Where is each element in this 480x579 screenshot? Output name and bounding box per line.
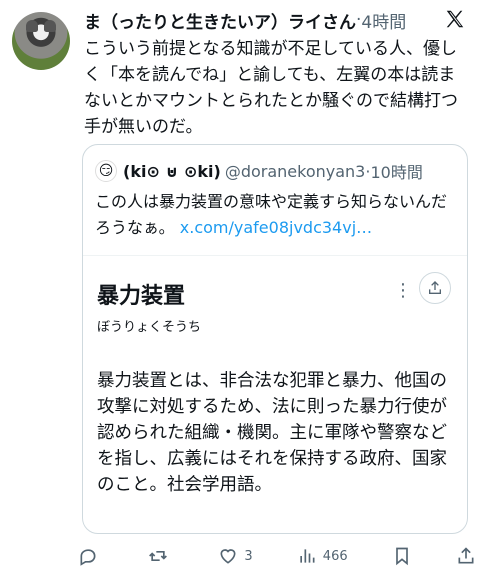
post-time[interactable]: 4時間: [361, 8, 406, 33]
x-logo-icon[interactable]: [444, 8, 466, 30]
reply-button[interactable]: [78, 546, 104, 566]
share-icon: [458, 547, 474, 564]
reply-icon: [80, 549, 96, 566]
dictionary-card: 暴力装置 ぼうりょくそうち ⋮ 暴力装置とは、非合法な犯罪と暴力、他国の攻撃に対…: [83, 255, 467, 533]
more-options-icon[interactable]: ⋮: [394, 280, 412, 301]
like-count: 3: [244, 548, 253, 564]
post-header: ま（ったりと生きたいア）ライさん · 4時間: [84, 6, 470, 34]
author-name[interactable]: ま（ったりと生きたいア）ライさん: [84, 8, 356, 33]
views-count: 466: [322, 548, 348, 564]
repost-icon: [149, 551, 168, 561]
quoted-post-header: 😏 (ki⊙ ⊍ ⊙ki) @doranekonyan3 · 10時間: [95, 159, 459, 183]
card-reading: ぼうりょくそうち: [97, 320, 202, 335]
share-icon: [429, 281, 441, 294]
heart-icon: [220, 549, 236, 564]
quoted-author-name[interactable]: (ki⊙ ⊍ ⊙ki): [123, 162, 221, 181]
avatar-ear: [44, 20, 56, 32]
card-definition: 暴力装置とは、非合法な犯罪と暴力、他国の攻撃に対処するため、法に則った暴力行使が…: [97, 371, 447, 495]
views-chart-icon: [300, 549, 315, 563]
like-button[interactable]: 3: [218, 546, 253, 566]
quoted-author-avatar[interactable]: 😏: [95, 160, 117, 182]
quoted-author-handle[interactable]: @doranekonyan3: [225, 162, 366, 181]
card-share-button[interactable]: [419, 272, 451, 304]
share-button[interactable]: [456, 546, 476, 566]
quoted-post[interactable]: 😏 (ki⊙ ⊍ ⊙ki) @doranekonyan3 · 10時間 この人は…: [82, 144, 468, 534]
quoted-post-text: この人は暴力装置の意味や定義すら知らないんだろうなぁ。 x.com/yafe08…: [95, 189, 457, 241]
author-avatar[interactable]: [12, 12, 70, 70]
bookmark-button[interactable]: [392, 546, 412, 566]
repost-button[interactable]: [148, 546, 174, 566]
card-title: 暴力装置: [97, 284, 186, 309]
quoted-post-link[interactable]: x.com/yafe08jvdc34vj…: [180, 218, 372, 237]
views-button[interactable]: 466: [297, 546, 348, 566]
post-action-bar: 3 466: [78, 540, 476, 572]
quoted-post-time[interactable]: 10時間: [370, 159, 422, 183]
bookmark-icon: [395, 547, 408, 566]
post-text: こういう前提となる知識が不足している人、優しく「本を読んでね」と諭しても、左翼の…: [84, 39, 458, 137]
avatar-ear: [26, 20, 38, 32]
